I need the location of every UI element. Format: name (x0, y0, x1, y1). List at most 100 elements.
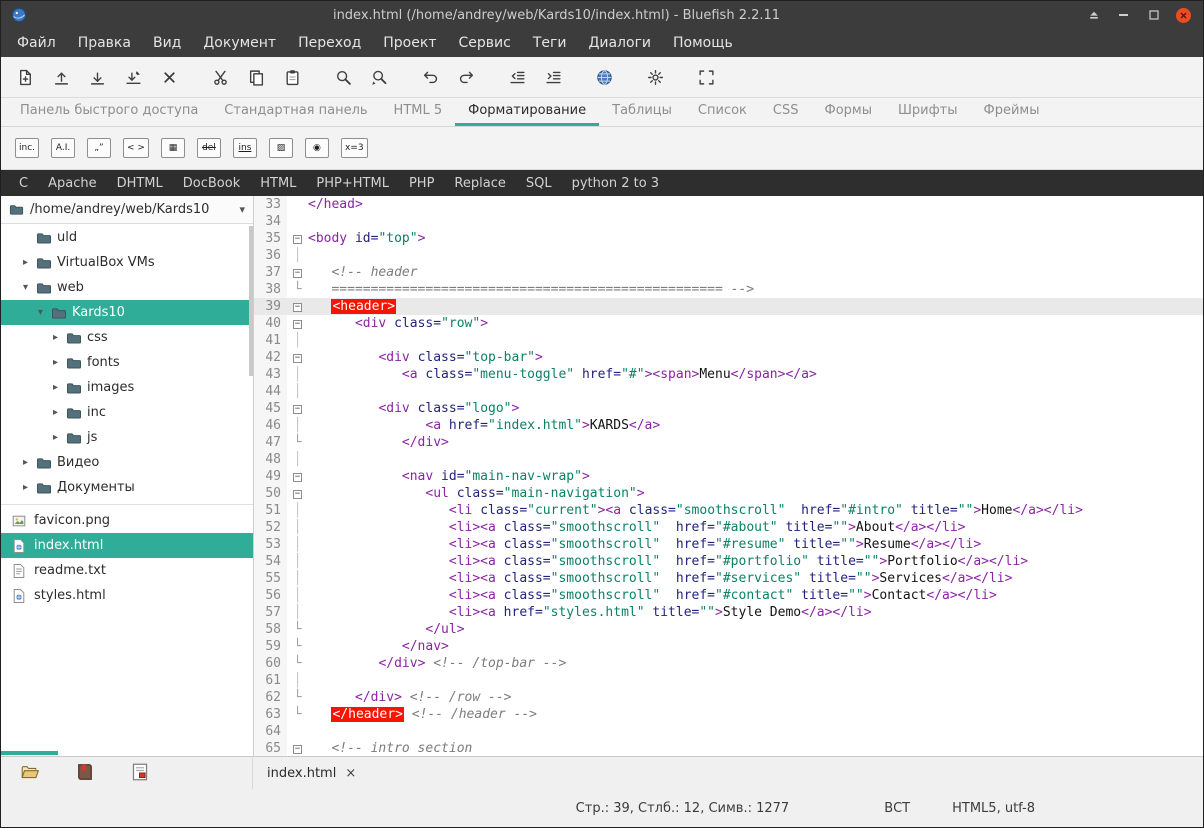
fold-marker[interactable]: − (287, 264, 308, 281)
tree-item-images[interactable]: ▸images (1, 375, 253, 400)
snippets-tab[interactable] (129, 762, 151, 784)
inc-button[interactable]: inc. (15, 138, 39, 158)
tree-item-js[interactable]: ▸js (1, 425, 253, 450)
language-mode-1[interactable]: C (9, 176, 38, 191)
code-line-58[interactable]: 58└</ul> (254, 621, 1203, 638)
fold-marker[interactable]: − (287, 468, 308, 485)
language-mode-9[interactable]: SQL (516, 176, 562, 191)
tree-item-Видео[interactable]: ▸Видео (1, 450, 253, 475)
find-replace-button[interactable] (365, 63, 394, 92)
toolbar-tab-3[interactable]: HTML 5 (381, 98, 456, 126)
expand-arrow-icon[interactable]: ▸ (50, 332, 61, 343)
code-tag-button[interactable]: < > (123, 138, 149, 158)
directory-selector[interactable]: /home/andrey/web/Kards10 ▾ (1, 196, 253, 224)
menu-item-1[interactable]: Файл (6, 29, 67, 57)
code-line-53[interactable]: 53│<li><a class="smoothscroll" href="#re… (254, 536, 1203, 553)
file-item-index.html[interactable]: index.html (1, 533, 253, 558)
language-mode-5[interactable]: HTML (250, 176, 306, 191)
code-line-62[interactable]: 62└</div> <!-- /row --> (254, 689, 1203, 706)
code-line-36[interactable]: 36│ (254, 247, 1203, 264)
del-button[interactable]: del (197, 138, 221, 158)
language-mode-6[interactable]: PHP+HTML (306, 176, 399, 191)
quote-button[interactable]: „” (87, 138, 111, 158)
code-line-42[interactable]: 42−<div class="top-bar"> (254, 349, 1203, 366)
code-line-61[interactable]: 61│ (254, 672, 1203, 689)
code-line-50[interactable]: 50−<ul class="main-navigation"> (254, 485, 1203, 502)
code-line-47[interactable]: 47└</div> (254, 434, 1203, 451)
preview-in-browser-button[interactable] (590, 63, 619, 92)
undo-button[interactable] (416, 63, 445, 92)
cut-button[interactable] (206, 63, 235, 92)
toolbar-tab-4[interactable]: Форматирование (455, 98, 599, 126)
code-line-65[interactable]: 65−<!-- intro section (254, 740, 1203, 756)
fold-marker[interactable]: − (287, 315, 308, 332)
tree-item-uld[interactable]: uld (1, 225, 253, 250)
expand-arrow-icon[interactable]: ▸ (50, 382, 61, 393)
expand-arrow-icon[interactable]: ▸ (20, 257, 31, 268)
fullscreen-button[interactable] (692, 63, 721, 92)
toolbar-tab-10[interactable]: Фреймы (971, 98, 1053, 126)
toolbar-tab-6[interactable]: Список (685, 98, 760, 126)
close-window-icon[interactable] (1176, 8, 1191, 23)
language-mode-4[interactable]: DocBook (173, 176, 250, 191)
preferences-button[interactable] (641, 63, 670, 92)
save-button[interactable] (83, 63, 112, 92)
expand-arrow-icon[interactable]: ▸ (50, 357, 61, 368)
ins-button[interactable]: ins (233, 138, 257, 158)
menu-item-10[interactable]: Помощь (662, 29, 744, 57)
menu-item-6[interactable]: Проект (372, 29, 447, 57)
code-line-49[interactable]: 49−<nav id="main-nav-wrap"> (254, 468, 1203, 485)
fold-marker[interactable]: − (287, 230, 308, 247)
minimize-icon[interactable] (1116, 8, 1131, 23)
copy-button[interactable] (242, 63, 271, 92)
menu-item-7[interactable]: Сервис (447, 29, 521, 57)
toolbar-tab-2[interactable]: Стандартная панель (211, 98, 380, 126)
expand-arrow-icon[interactable]: ▸ (20, 482, 31, 493)
code-line-55[interactable]: 55│<li><a class="smoothscroll" href="#se… (254, 570, 1203, 587)
code-line-43[interactable]: 43│<a class="menu-toggle" href="#"><span… (254, 366, 1203, 383)
file-item-readme.txt[interactable]: readme.txt (1, 558, 253, 583)
menu-item-8[interactable]: Теги (522, 29, 578, 57)
redo-button[interactable] (452, 63, 481, 92)
code-line-46[interactable]: 46│<a href="index.html">KARDS</a> (254, 417, 1203, 434)
toolbar-tab-7[interactable]: CSS (760, 98, 812, 126)
file-browser-tab[interactable] (19, 762, 41, 784)
maximize-icon[interactable] (1146, 8, 1161, 23)
language-mode-3[interactable]: DHTML (107, 176, 173, 191)
tree-item-VirtualBox VMs[interactable]: ▸VirtualBox VMs (1, 250, 253, 275)
new-document-button[interactable] (11, 63, 40, 92)
code-line-40[interactable]: 40−<div class="row"> (254, 315, 1203, 332)
file-item-styles.html[interactable]: styles.html (1, 583, 253, 608)
image-button[interactable]: ▨ (269, 138, 293, 158)
fold-marker[interactable]: − (287, 298, 308, 315)
language-mode-10[interactable]: python 2 to 3 (562, 176, 669, 191)
toolbar-tab-8[interactable]: Формы (812, 98, 885, 126)
table-button[interactable]: ▦ (161, 138, 185, 158)
close-tab-icon[interactable]: × (345, 766, 356, 781)
ai-button[interactable]: A.I. (51, 138, 75, 158)
expand-arrow-icon[interactable]: ▸ (50, 407, 61, 418)
fold-marker[interactable]: − (287, 400, 308, 417)
language-mode-2[interactable]: Apache (38, 176, 107, 191)
code-line-51[interactable]: 51│<li class="current"><a class="smooths… (254, 502, 1203, 519)
code-line-60[interactable]: 60└</div> <!-- /top-bar --> (254, 655, 1203, 672)
menu-item-9[interactable]: Диалоги (577, 29, 662, 57)
toolbar-tab-9[interactable]: Шрифты (885, 98, 971, 126)
code-line-41[interactable]: 41│ (254, 332, 1203, 349)
code-line-56[interactable]: 56│<li><a class="smoothscroll" href="#co… (254, 587, 1203, 604)
chevron-down-icon[interactable]: ▾ (239, 203, 245, 216)
save-as-button[interactable] (119, 63, 148, 92)
code-line-38[interactable]: 38└=====================================… (254, 281, 1203, 298)
code-line-59[interactable]: 59└</nav> (254, 638, 1203, 655)
fold-marker[interactable]: − (287, 349, 308, 366)
tree-item-inc[interactable]: ▸inc (1, 400, 253, 425)
file-item-favicon.png[interactable]: favicon.png (1, 508, 253, 533)
menu-item-2[interactable]: Правка (67, 29, 142, 57)
code-line-33[interactable]: 33</head> (254, 196, 1203, 213)
paste-button[interactable] (278, 63, 307, 92)
tree-item-fonts[interactable]: ▸fonts (1, 350, 253, 375)
tree-item-Документы[interactable]: ▸Документы (1, 475, 253, 500)
toolbar-tab-1[interactable]: Панель быстрого доступа (7, 98, 211, 126)
menu-item-5[interactable]: Переход (287, 29, 372, 57)
code-line-57[interactable]: 57│<li><a href="styles.html" title="">St… (254, 604, 1203, 621)
